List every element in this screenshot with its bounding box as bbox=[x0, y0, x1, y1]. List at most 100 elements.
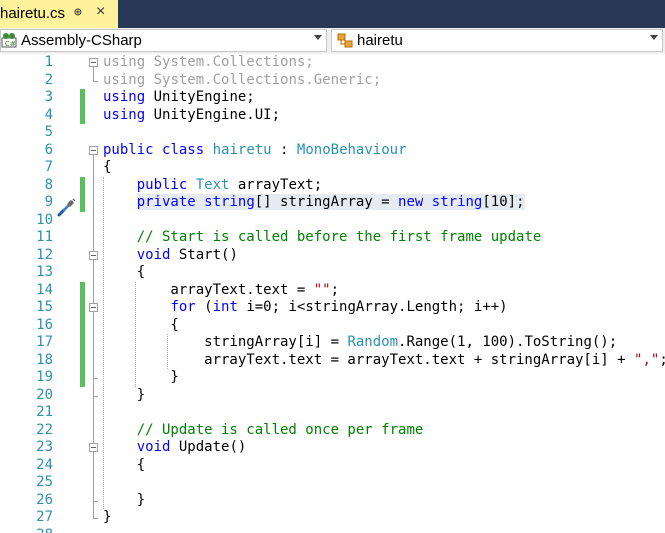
code-token: string bbox=[204, 194, 255, 210]
code-line[interactable]: stringArray[i] = Random.Range(1, 100).To… bbox=[103, 334, 617, 352]
code-token: for bbox=[170, 299, 196, 315]
code-token: class bbox=[162, 141, 205, 158]
code-token: "," bbox=[634, 351, 660, 368]
code-line[interactable]: } bbox=[103, 387, 145, 405]
code-token: Random bbox=[347, 334, 399, 350]
line-number: 2 bbox=[44, 71, 53, 88]
code-editor[interactable]: 1 2 3 4 5 6 7 8 9 10 11 12 13 14 15 16 17 18 19 20 21 22 23 24 2… bbox=[0, 54, 665, 533]
code-token: } bbox=[103, 509, 112, 525]
line-number: 23 bbox=[36, 439, 53, 455]
code-token: hairetu bbox=[212, 141, 272, 158]
svg-text:C#: C# bbox=[5, 40, 16, 48]
code-token bbox=[195, 194, 205, 210]
code-token: { bbox=[103, 316, 179, 333]
code-token: Start() bbox=[170, 246, 238, 263]
outline-line bbox=[93, 312, 94, 378]
line-number: 9 bbox=[44, 194, 53, 210]
code-line[interactable]: { bbox=[103, 316, 179, 335]
line-number: 27 bbox=[36, 509, 53, 525]
change-indicator bbox=[80, 89, 85, 124]
code-line[interactable]: public class hairetu : MonoBehaviour bbox=[103, 142, 407, 160]
code-line[interactable]: } bbox=[103, 369, 179, 387]
line-number: 6 bbox=[44, 141, 53, 158]
code-line[interactable]: using System.Collections.Generic; bbox=[103, 72, 381, 90]
chevron-down-icon bbox=[314, 35, 322, 40]
code-line[interactable]: private string[] stringArray = new strin… bbox=[103, 194, 525, 212]
line-number: 13 bbox=[36, 264, 53, 280]
code-token: string bbox=[431, 194, 483, 210]
line-number: 12 bbox=[36, 246, 53, 263]
code-token: // Update is called once per frame bbox=[136, 421, 424, 438]
paintbrush-icon[interactable] bbox=[56, 196, 78, 218]
code-line[interactable]: void Update() bbox=[103, 439, 247, 457]
code-line[interactable]: void Start() bbox=[103, 247, 238, 265]
code-line[interactable]: arrayText.text = ""; bbox=[103, 282, 339, 300]
code-line[interactable]: { bbox=[103, 159, 111, 177]
code-token: } bbox=[103, 369, 179, 385]
code-token: MonoBehaviour bbox=[296, 141, 407, 158]
collapse-toggle[interactable] bbox=[89, 250, 98, 260]
line-number: 4 bbox=[44, 106, 53, 123]
change-indicator bbox=[80, 281, 85, 387]
line-number: 16 bbox=[36, 316, 53, 333]
outline-end bbox=[93, 518, 98, 519]
close-icon[interactable]: × bbox=[96, 3, 105, 21]
code-token: { bbox=[103, 456, 146, 473]
collapse-toggle[interactable] bbox=[89, 443, 98, 452]
code-token: void bbox=[136, 439, 171, 455]
code-line[interactable]: arrayText.text = arrayText.text + string… bbox=[103, 352, 665, 370]
code-line[interactable]: for (int i=0; i<stringArray.Length; i++) bbox=[103, 299, 507, 317]
code-line[interactable]: { bbox=[103, 264, 145, 282]
outline-line bbox=[93, 452, 94, 501]
code-line[interactable]: // Update is called once per frame bbox=[103, 421, 424, 440]
class-dropdown[interactable]: hairetu bbox=[331, 29, 663, 52]
code-token: .Range(1, 100).ToString(); bbox=[398, 334, 618, 350]
pin-icon[interactable]: ⊕ bbox=[74, 5, 82, 20]
code-line[interactable]: // Start is called before the first fram… bbox=[103, 229, 542, 247]
code-token: new bbox=[398, 194, 424, 210]
code-line[interactable]: } bbox=[103, 509, 111, 527]
code-token: [10]; bbox=[482, 194, 525, 210]
outline-end bbox=[93, 378, 98, 379]
code-token: arrayText.text = arrayText.text + string… bbox=[103, 351, 635, 368]
line-number: 3 bbox=[44, 89, 53, 105]
class-icon bbox=[337, 33, 353, 48]
line-number: 8 bbox=[44, 176, 53, 193]
outline-end bbox=[93, 500, 98, 502]
code-token: Text bbox=[195, 176, 230, 193]
code-line[interactable]: using System.Collections; bbox=[103, 54, 314, 72]
collapse-toggle[interactable] bbox=[89, 303, 98, 312]
project-dropdown[interactable]: C# Assembly-CSharp bbox=[0, 29, 327, 52]
code-line[interactable]: } bbox=[103, 492, 145, 510]
code-token: { bbox=[103, 159, 112, 175]
code-token: [] stringArray = bbox=[254, 194, 399, 210]
line-number: 19 bbox=[36, 369, 53, 385]
line-number: 20 bbox=[36, 386, 53, 403]
code-token: UnityEngine.UI; bbox=[145, 106, 281, 123]
code-line[interactable]: public Text arrayText; bbox=[103, 177, 322, 195]
code-token: UnityEngine; bbox=[145, 89, 255, 105]
code-line[interactable]: using UnityEngine; bbox=[103, 89, 255, 107]
chevron-down-icon bbox=[650, 35, 658, 40]
code-line[interactable]: { bbox=[103, 457, 145, 475]
collapse-toggle[interactable] bbox=[89, 58, 98, 67]
code-token: using bbox=[103, 106, 146, 123]
line-number: 26 bbox=[36, 491, 53, 508]
document-tab-strip: hairetu.cs ⊕ × bbox=[0, 0, 665, 28]
line-number: 17 bbox=[36, 334, 53, 350]
tab-hairetu-cs[interactable]: hairetu.cs ⊕ × bbox=[0, 0, 118, 28]
collapse-toggle[interactable] bbox=[89, 145, 98, 155]
code-token: // Start is called before the first fram… bbox=[136, 229, 542, 245]
code-token: arrayText; bbox=[229, 176, 323, 193]
code-token: public bbox=[136, 176, 188, 193]
code-token: using bbox=[103, 71, 146, 88]
code-token bbox=[423, 194, 432, 210]
line-number: 1 bbox=[44, 54, 53, 70]
line-number: 7 bbox=[44, 159, 53, 175]
code-line[interactable]: using UnityEngine.UI; bbox=[103, 107, 280, 125]
code-token: "" bbox=[313, 281, 331, 298]
